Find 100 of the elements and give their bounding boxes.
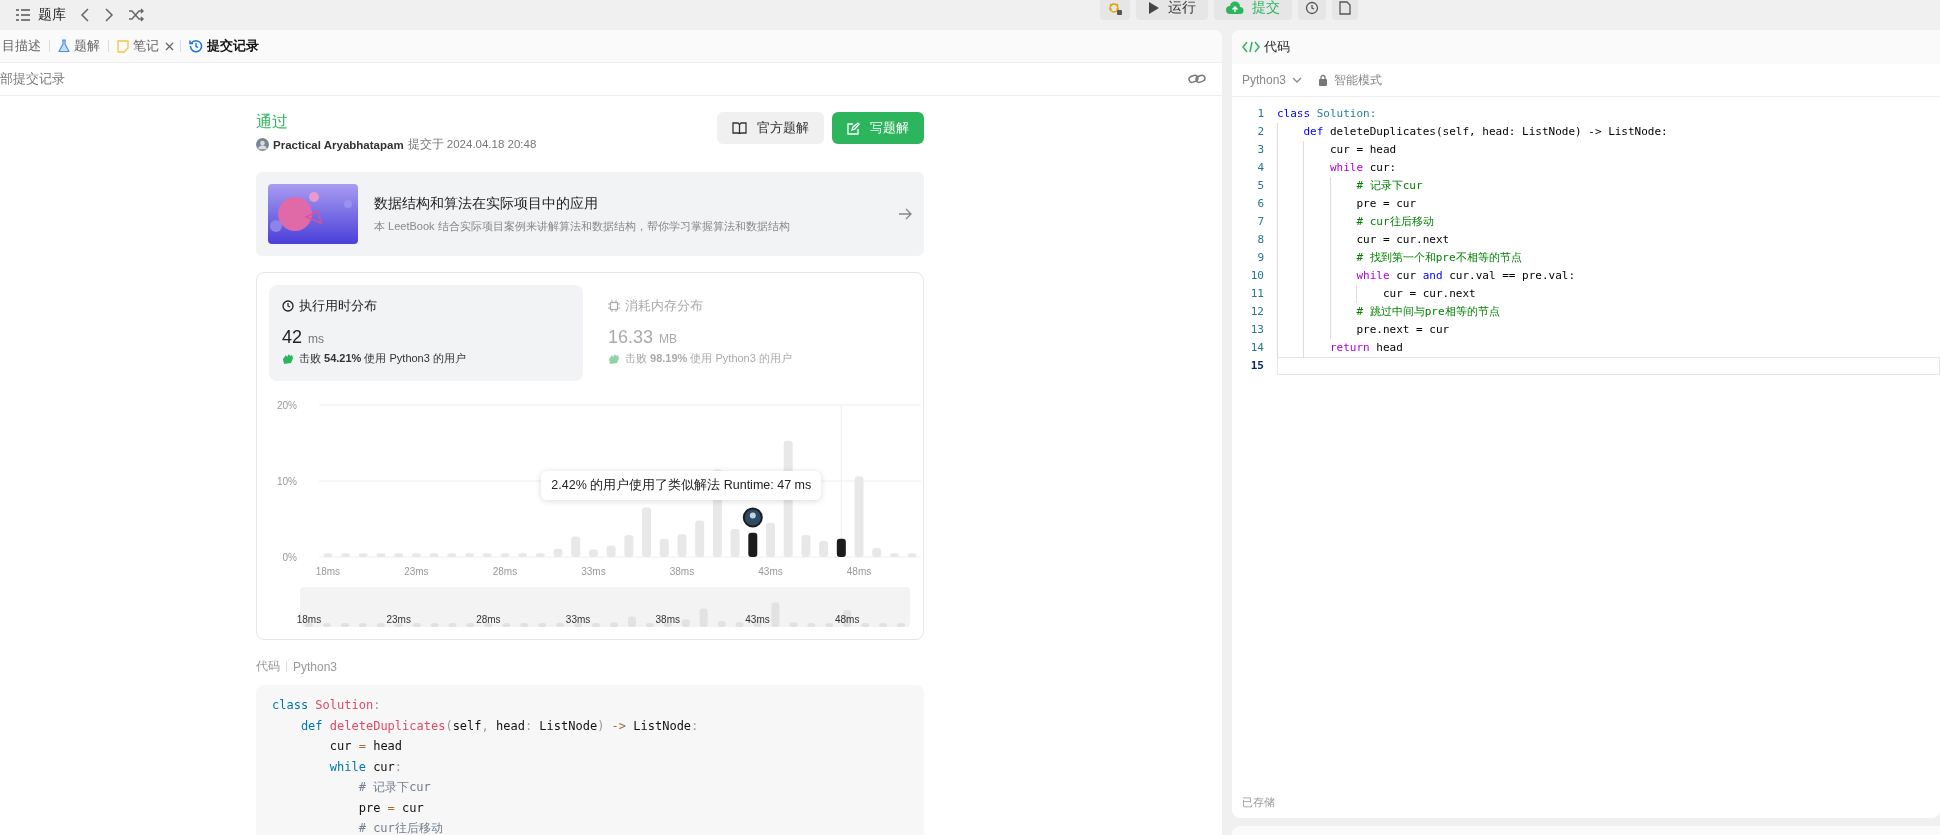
axis-label: 43ms xyxy=(745,614,770,625)
axis-label: 38ms xyxy=(669,566,695,577)
chevron-down-icon xyxy=(1292,77,1303,83)
avatar-marker-icon xyxy=(742,507,763,528)
author-name[interactable]: Practical Aryabhatapam xyxy=(273,138,404,151)
edit-icon xyxy=(847,121,860,135)
axis-label: 28ms xyxy=(476,614,501,625)
code-line: def deleteDuplicates(self, head: ListNode) -> ListNode: xyxy=(299,717,699,735)
bar[interactable] xyxy=(748,532,758,557)
official-solution-button[interactable]: 官方题解 xyxy=(717,112,824,144)
clap-icon xyxy=(608,352,621,365)
code-line[interactable]: class Solution: xyxy=(1277,105,1377,123)
clock-icon xyxy=(282,300,294,312)
stat-value: 42 xyxy=(282,327,303,348)
line-number: 11 xyxy=(1249,286,1264,302)
tab[interactable]: 提交记录 xyxy=(187,37,261,55)
line-number: 9 xyxy=(1256,250,1264,266)
code-line[interactable]: # 跳过中间与pre相等的节点 xyxy=(1277,303,1500,321)
avatar-icon xyxy=(256,138,269,151)
line-number: 8 xyxy=(1256,232,1264,248)
clock-icon xyxy=(1305,1,1319,15)
axis-label: 23ms xyxy=(404,566,429,577)
saved-status: 已存储 xyxy=(1241,795,1276,810)
status-text: 通过 xyxy=(256,112,289,132)
axis-label: 33ms xyxy=(565,614,591,625)
clock-button[interactable] xyxy=(1298,0,1326,20)
axis-label: 38ms xyxy=(655,614,680,625)
axis-label: 43ms xyxy=(758,566,783,577)
chip-icon xyxy=(608,300,620,312)
code-line[interactable]: cur = cur.next xyxy=(1277,231,1450,249)
code-line[interactable]: while cur: xyxy=(1277,159,1397,177)
stat-title: 执行用时分布 xyxy=(299,297,377,315)
problem-bank-link[interactable]: 题库 xyxy=(38,6,66,24)
code-line[interactable]: # cur往后移动 xyxy=(1277,213,1434,231)
line-number: 7 xyxy=(1256,214,1264,230)
document-icon xyxy=(1339,1,1351,15)
language-label: Python3 xyxy=(293,659,338,674)
lock-icon xyxy=(1318,74,1329,86)
code-line[interactable]: cur = cur.next xyxy=(1277,285,1476,303)
run-button[interactable]: 运行 xyxy=(1136,0,1208,20)
stat-unit: MB xyxy=(659,332,678,346)
debug-button[interactable] xyxy=(1100,0,1130,20)
code-line[interactable]: pre.next = cur xyxy=(1277,321,1450,339)
line-number: 6 xyxy=(1256,196,1264,212)
chevron-left-icon[interactable] xyxy=(80,8,90,22)
code-line: while cur: xyxy=(328,758,403,776)
code-line[interactable]: return head xyxy=(1277,339,1403,357)
close-icon[interactable] xyxy=(165,41,174,51)
tab[interactable]: 题解 xyxy=(56,37,102,55)
link-icon[interactable] xyxy=(1188,72,1206,86)
code-line[interactable]: # 找到第一个和pre不相等的节点 xyxy=(1277,249,1522,267)
submit-time: 提交于 2024.04.18 20:48 xyxy=(407,137,537,152)
axis-label: 18ms xyxy=(315,566,341,577)
bug-icon xyxy=(1107,0,1123,16)
history-icon xyxy=(189,39,203,53)
code-line: # cur往后移动 xyxy=(357,820,443,835)
line-number: 14 xyxy=(1249,340,1264,356)
line-number: 12 xyxy=(1249,304,1264,320)
language-dropdown[interactable]: Python3 xyxy=(1242,73,1303,87)
bar[interactable] xyxy=(836,538,846,557)
axis-label: 28ms xyxy=(492,566,518,577)
beats-text: 击败 54.21% 使用 Python3 的用户 xyxy=(299,351,466,366)
tooltip: 2.42% 的用户使用了类似解法 Runtime: 47 ms xyxy=(541,471,822,500)
shuffle-icon[interactable] xyxy=(128,8,144,22)
mode-label[interactable]: 智能模式 xyxy=(1334,71,1383,89)
code-line: pre = cur xyxy=(357,799,424,817)
play-icon xyxy=(1148,1,1160,15)
note-button[interactable] xyxy=(1332,0,1358,20)
list-icon[interactable] xyxy=(16,9,30,21)
code-line[interactable]: cur = head xyxy=(1277,141,1397,159)
code-line[interactable]: pre = cur xyxy=(1277,195,1417,213)
code-line[interactable]: # 记录下cur xyxy=(1277,177,1423,195)
note-icon xyxy=(117,39,129,53)
tab[interactable]: 目描述 xyxy=(0,37,43,55)
flask-icon xyxy=(58,39,70,53)
line-number: 10 xyxy=(1249,268,1264,284)
line-number: 13 xyxy=(1249,322,1264,338)
line-number: 2 xyxy=(1256,124,1264,140)
code-icon xyxy=(1242,41,1260,53)
arrow-right-icon xyxy=(898,208,912,220)
stat-value: 16.33 xyxy=(608,327,654,348)
stat-unit: ms xyxy=(308,332,325,346)
code-line[interactable]: def deleteDuplicates(self, head: ListNode) -> ListNode: xyxy=(1277,123,1668,141)
beats-text: 击败 98.19% 使用 Python3 的用户 xyxy=(625,351,792,366)
axis-label: 48ms xyxy=(846,566,872,577)
book-card[interactable]: 数据结构和算法在实际项目中的应用 本 LeetBook 结合实际项目案例来讲解算法和数据结构，帮你学习掌握算法和数据结构 xyxy=(256,172,924,256)
line-number: 15 xyxy=(1249,358,1264,374)
stat-panel[interactable]: 执行用时分布 42 ms 击败 54.21% 使用 Python3 的用户 xyxy=(269,285,583,381)
clap-icon xyxy=(282,352,295,365)
axis-label: 33ms xyxy=(581,566,606,577)
code-line[interactable]: while cur and cur.val == pre.val: xyxy=(1277,267,1576,285)
axis-label: 0% xyxy=(282,552,297,563)
book-description: 本 LeetBook 结合实际项目案例来讲解算法和数据结构，帮你学习掌握算法和数据结构 xyxy=(374,218,791,234)
code-label: 代码 xyxy=(256,658,280,675)
axis-label: 23ms xyxy=(386,614,411,625)
code-line: cur = head xyxy=(328,738,403,755)
chevron-right-icon[interactable] xyxy=(104,8,114,22)
line-number: 1 xyxy=(1256,106,1264,122)
panel-title: 代码 xyxy=(1264,38,1290,56)
tab[interactable]: 笔记 xyxy=(115,37,161,55)
